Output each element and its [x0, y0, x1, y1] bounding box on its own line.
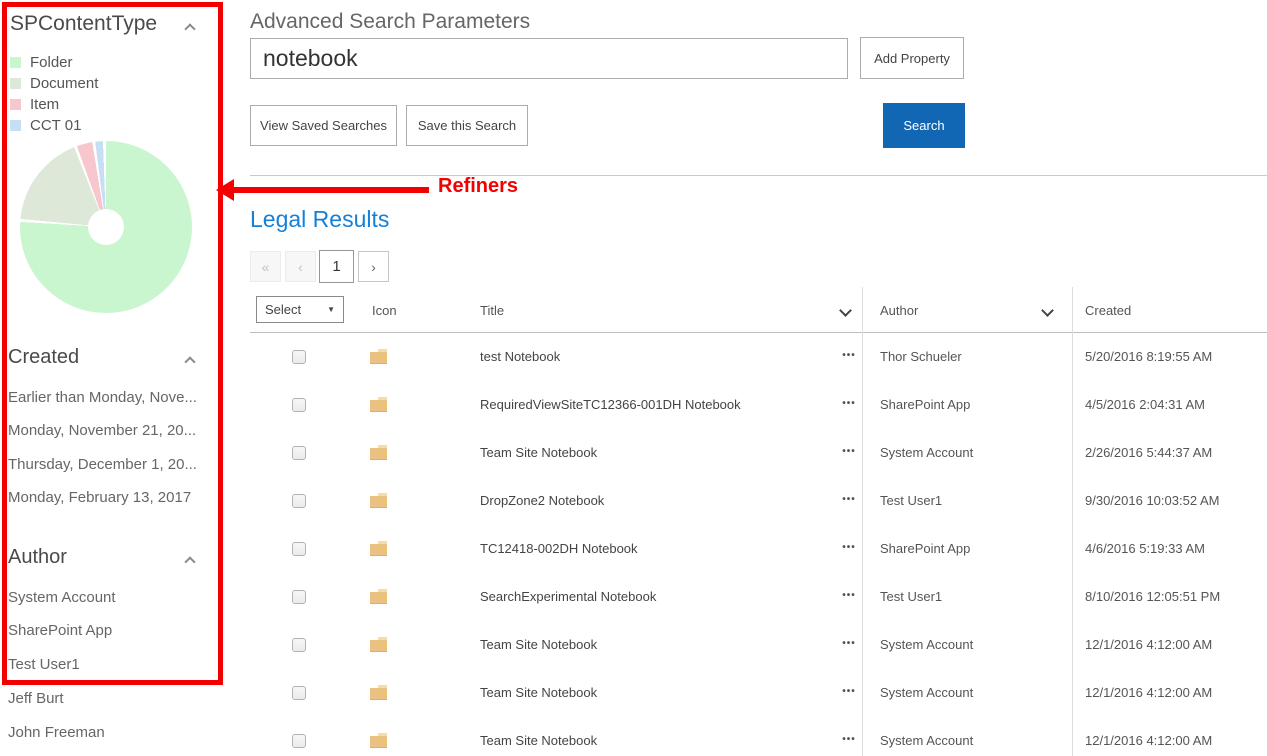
row-checkbox[interactable] — [292, 494, 306, 508]
row-checkbox[interactable] — [292, 542, 306, 556]
folder-icon — [370, 541, 388, 556]
ellipsis-menu-icon[interactable]: ••• — [833, 429, 865, 477]
result-author: Test User1 — [880, 573, 942, 621]
select-dropdown-label: Select — [265, 302, 327, 317]
folder-icon — [370, 589, 388, 604]
result-title[interactable]: SearchExperimental Notebook — [480, 573, 656, 621]
result-title[interactable]: Team Site Notebook — [480, 429, 597, 477]
title-column-menu-chevron-icon[interactable] — [839, 304, 852, 317]
column-header-created: Created — [1085, 303, 1131, 318]
save-this-search-button[interactable]: Save this Search — [406, 105, 528, 146]
refiner-item-author-5[interactable]: John Freeman — [8, 724, 105, 741]
refiner-item-author-4[interactable]: Jeff Burt — [8, 690, 64, 707]
table-row: Team Site Notebook ••• System Account 12… — [250, 669, 1267, 717]
result-title[interactable]: TC12418-002DH Notebook — [480, 525, 638, 573]
folder-icon — [370, 445, 388, 460]
table-row: TC12418-002DH Notebook ••• SharePoint Ap… — [250, 525, 1267, 573]
ellipsis-menu-icon[interactable]: ••• — [833, 573, 865, 621]
view-saved-searches-button[interactable]: View Saved Searches — [250, 105, 397, 146]
result-author: SharePoint App — [880, 525, 970, 573]
table-row: Team Site Notebook ••• System Account 12… — [250, 717, 1267, 756]
result-author: Test User1 — [880, 477, 942, 525]
page: SPContentType Folder Document Item CCT 0… — [0, 0, 1267, 756]
ellipsis-menu-icon[interactable]: ••• — [833, 525, 865, 573]
ellipsis-menu-icon[interactable]: ••• — [833, 477, 865, 525]
result-author: System Account — [880, 429, 973, 477]
ellipsis-menu-icon[interactable]: ••• — [833, 381, 865, 429]
result-author: System Account — [880, 621, 973, 669]
add-property-button[interactable]: Add Property — [860, 37, 964, 79]
column-header-icon: Icon — [372, 303, 397, 318]
row-checkbox[interactable] — [292, 398, 306, 412]
page-title: Advanced Search Parameters — [250, 10, 530, 34]
row-checkbox[interactable] — [292, 446, 306, 460]
select-dropdown[interactable]: Select ▼ — [256, 296, 344, 323]
result-author: Thor Schueler — [880, 333, 962, 381]
pagination-prev-button[interactable]: ‹ — [285, 251, 316, 282]
result-title[interactable]: Team Site Notebook — [480, 717, 597, 756]
dropdown-arrow-icon: ▼ — [327, 305, 335, 314]
results-heading: Legal Results — [250, 206, 389, 233]
refiners-annotation-arrow — [233, 187, 429, 193]
result-author: System Account — [880, 669, 973, 717]
table-row: Team Site Notebook ••• System Account 12… — [250, 621, 1267, 669]
result-created: 8/10/2016 12:05:51 PM — [1085, 573, 1220, 621]
column-header-title: Title — [480, 303, 504, 318]
result-title[interactable]: DropZone2 Notebook — [480, 477, 604, 525]
pagination-first-button[interactable]: « — [250, 251, 281, 282]
row-checkbox[interactable] — [292, 638, 306, 652]
result-created: 5/20/2016 8:19:55 AM — [1085, 333, 1212, 381]
result-created: 12/1/2016 4:12:00 AM — [1085, 621, 1212, 669]
folder-icon — [370, 349, 388, 364]
table-row: test Notebook ••• Thor Schueler 5/20/201… — [250, 333, 1267, 381]
result-author: System Account — [880, 717, 973, 756]
result-created: 9/30/2016 10:03:52 AM — [1085, 477, 1219, 525]
section-divider — [250, 175, 1267, 176]
folder-icon — [370, 685, 388, 700]
pagination-next-button[interactable]: › — [358, 251, 389, 282]
table-row: Team Site Notebook ••• System Account 2/… — [250, 429, 1267, 477]
result-title[interactable]: Team Site Notebook — [480, 669, 597, 717]
result-title[interactable]: test Notebook — [480, 333, 560, 381]
search-button[interactable]: Search — [883, 103, 965, 148]
result-title[interactable]: RequiredViewSiteTC12366-001DH Notebook — [480, 381, 741, 429]
refiners-annotation-label: Refiners — [438, 175, 518, 198]
table-row: DropZone2 Notebook ••• Test User1 9/30/2… — [250, 477, 1267, 525]
row-checkbox[interactable] — [292, 350, 306, 364]
column-header-author: Author — [880, 303, 918, 318]
pagination-current-page[interactable]: 1 — [319, 250, 354, 283]
ellipsis-menu-icon[interactable]: ••• — [833, 717, 865, 756]
author-column-menu-chevron-icon[interactable] — [1041, 304, 1054, 317]
refiners-annotation-box — [2, 2, 223, 685]
folder-icon — [370, 637, 388, 652]
ellipsis-menu-icon[interactable]: ••• — [833, 621, 865, 669]
result-author: SharePoint App — [880, 381, 970, 429]
result-created: 12/1/2016 4:12:00 AM — [1085, 669, 1212, 717]
folder-icon — [370, 397, 388, 412]
folder-icon — [370, 493, 388, 508]
result-created: 4/5/2016 2:04:31 AM — [1085, 381, 1205, 429]
row-checkbox[interactable] — [292, 734, 306, 748]
result-created: 12/1/2016 4:12:00 AM — [1085, 717, 1212, 756]
result-created: 2/26/2016 5:44:37 AM — [1085, 429, 1212, 477]
row-checkbox[interactable] — [292, 686, 306, 700]
search-query-input[interactable] — [250, 38, 848, 79]
result-created: 4/6/2016 5:19:33 AM — [1085, 525, 1205, 573]
table-row: SearchExperimental Notebook ••• Test Use… — [250, 573, 1267, 621]
result-title[interactable]: Team Site Notebook — [480, 621, 597, 669]
folder-icon — [370, 733, 388, 748]
refiners-annotation-arrowhead-icon — [216, 179, 234, 201]
table-row: RequiredViewSiteTC12366-001DH Notebook •… — [250, 381, 1267, 429]
ellipsis-menu-icon[interactable]: ••• — [833, 669, 865, 717]
row-checkbox[interactable] — [292, 590, 306, 604]
ellipsis-menu-icon[interactable]: ••• — [833, 333, 865, 381]
